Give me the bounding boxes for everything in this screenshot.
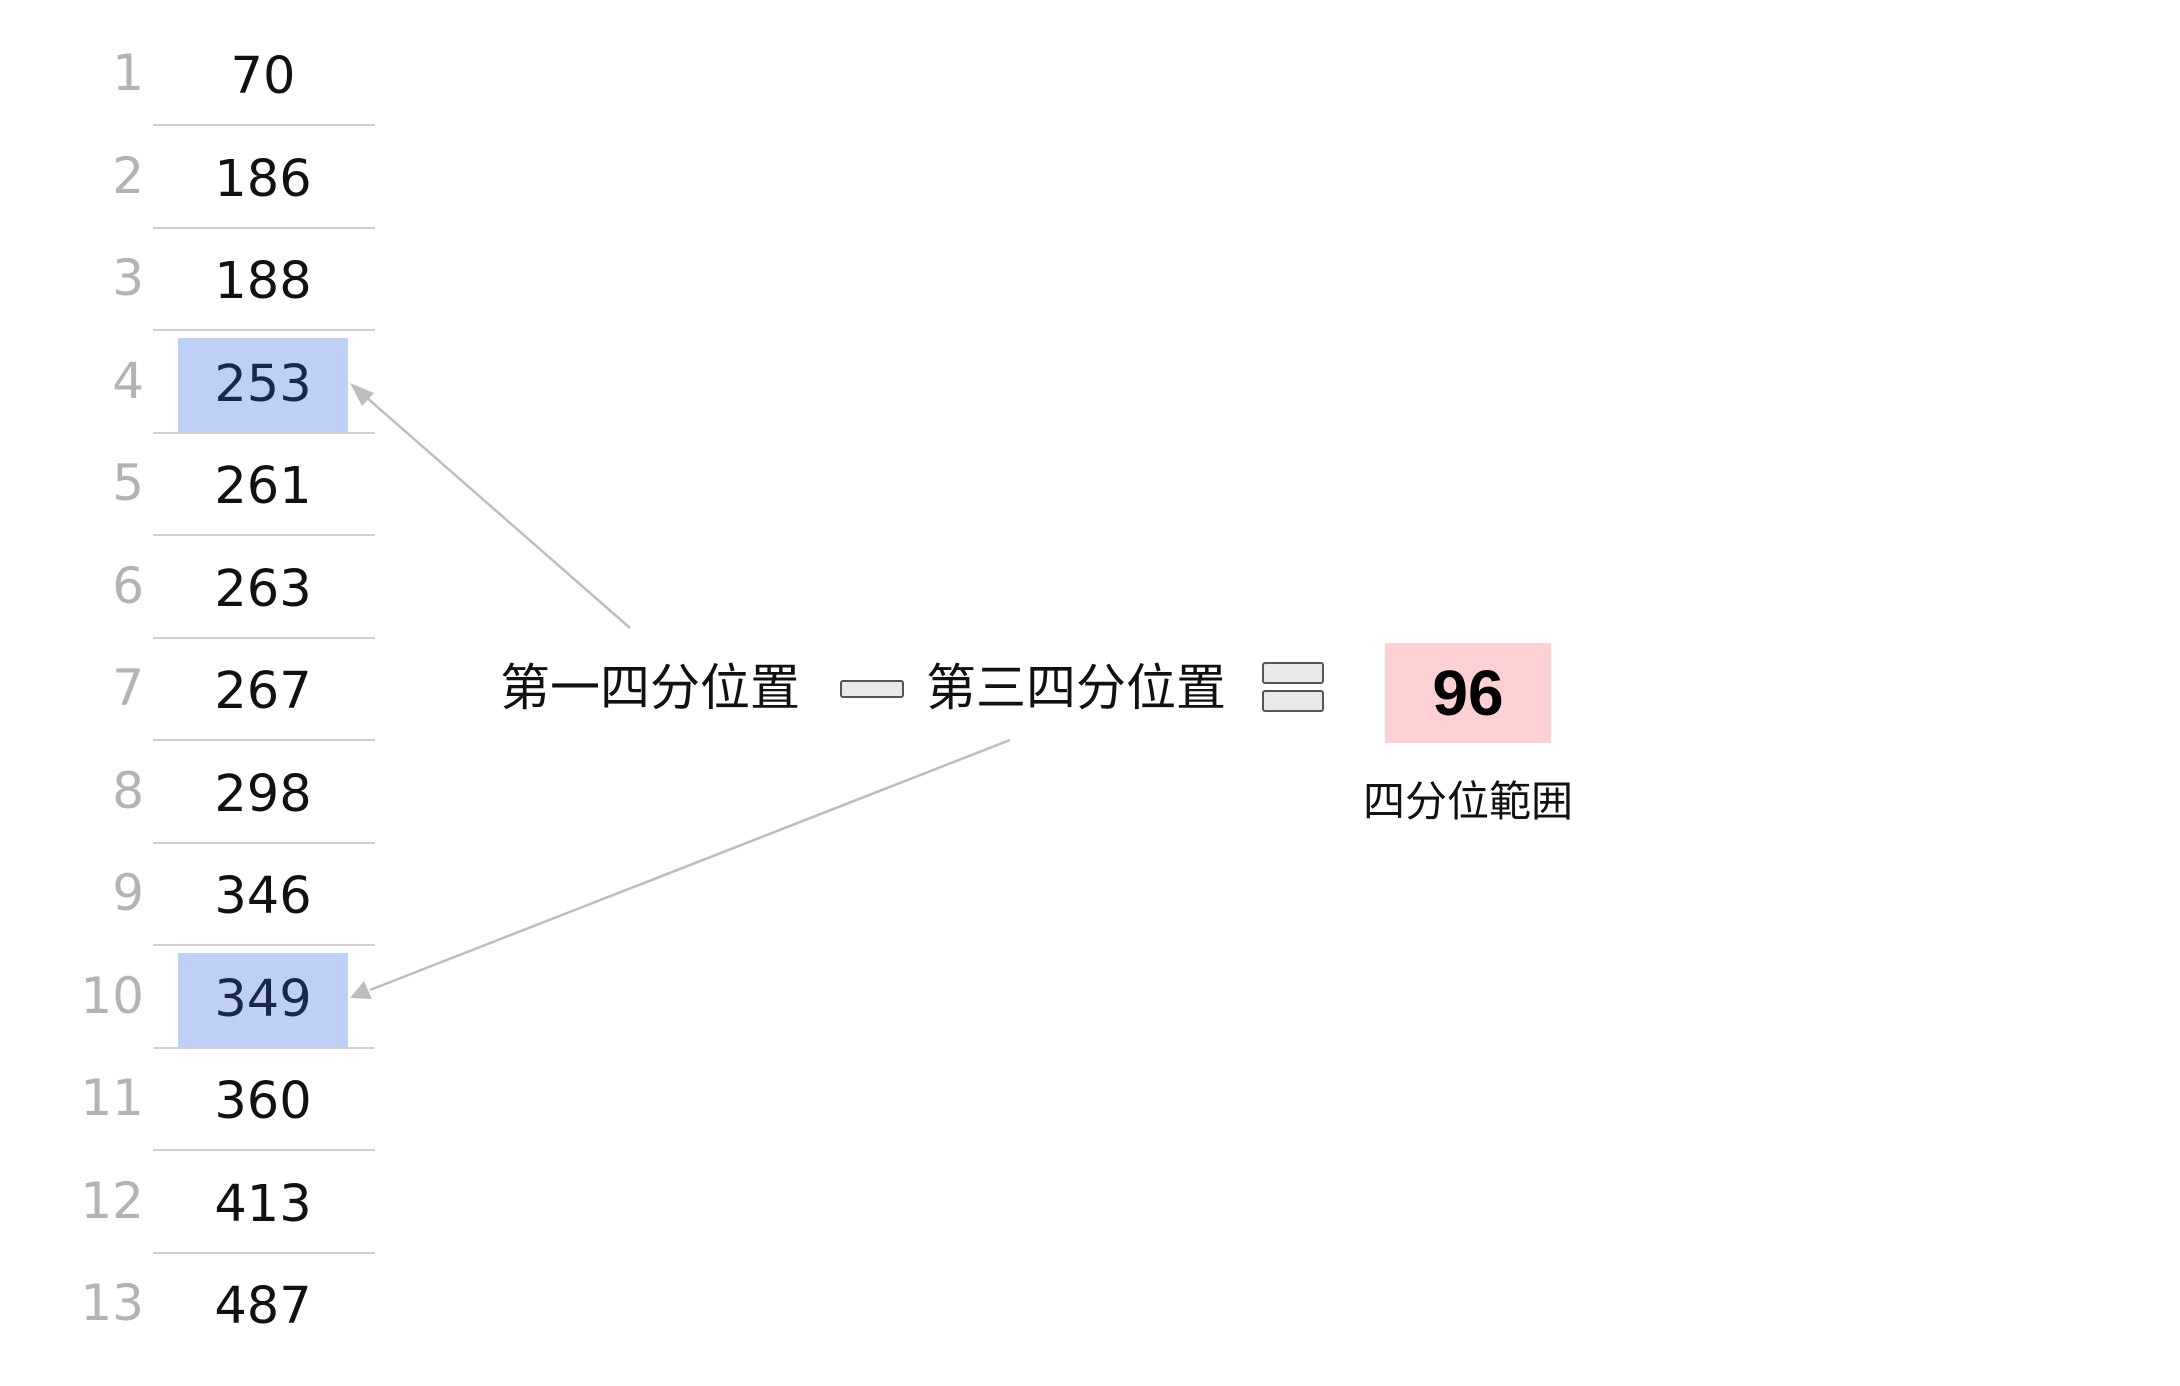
q3-arrow-head (350, 981, 372, 999)
minus-icon (840, 680, 904, 698)
first-quartile-label: 第一四分位置 (500, 659, 800, 717)
interquartile-range-value: 96 (1385, 643, 1551, 743)
q1-arrow-head (350, 383, 374, 406)
equals-icon (1262, 662, 1324, 714)
third-quartile-label: 第三四分位置 (926, 659, 1226, 717)
interquartile-range-caption: 四分位範囲 (1362, 777, 1573, 826)
q3-arrow-line (369, 738, 1011, 992)
q1-arrow-line (365, 396, 631, 629)
